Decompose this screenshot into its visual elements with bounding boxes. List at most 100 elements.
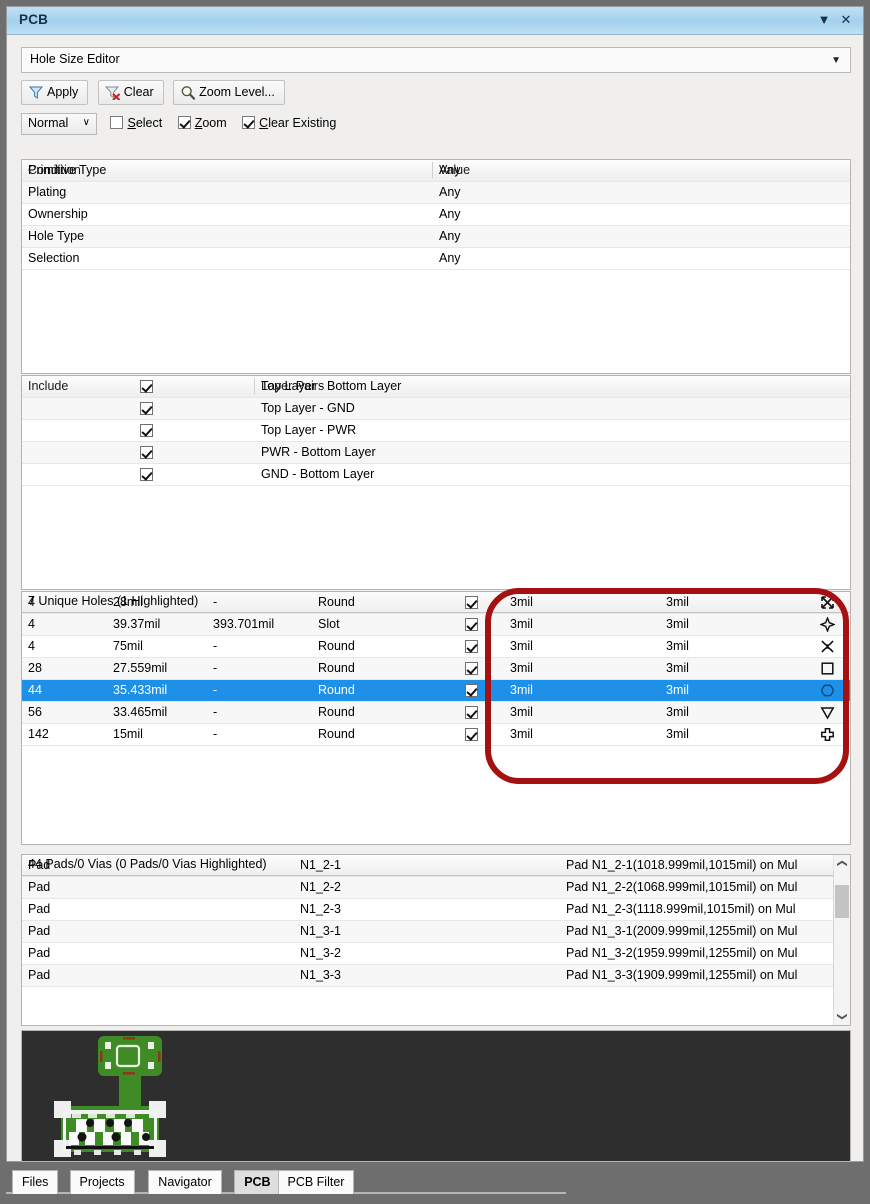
hole-type: Round <box>318 595 355 609</box>
tab-navigator[interactable]: Navigator <box>148 1170 222 1194</box>
hole-count: 4 <box>28 617 35 631</box>
table-row[interactable]: PadN1_3-3Pad N1_3-3(1909.999mil,1255mil)… <box>22 965 850 987</box>
tab-projects[interactable]: Projects <box>70 1170 135 1194</box>
condition-value: Any <box>439 229 461 243</box>
apply-button-label: Apply <box>47 85 78 99</box>
hole-tolerance-plus: 3mil <box>510 661 533 675</box>
table-row[interactable]: PadN1_2-2Pad N1_2-2(1068.999mil,1015mil)… <box>22 877 850 899</box>
row-checkbox[interactable] <box>465 662 478 675</box>
row-checkbox[interactable] <box>140 380 153 393</box>
zoom-level-button[interactable]: Zoom Level... <box>173 80 285 105</box>
pad-designator: N1_2-2 <box>300 880 341 894</box>
table-row[interactable]: 475mil-Round3mil3mil <box>22 636 850 658</box>
zoom-checkbox-box <box>178 116 191 129</box>
row-checkbox[interactable] <box>140 424 153 437</box>
table-row[interactable]: Top Layer - PWR <box>22 420 850 442</box>
table-row[interactable]: Selection Any <box>22 248 850 270</box>
row-checkbox[interactable] <box>465 684 478 697</box>
row-separator <box>22 269 850 270</box>
tab-pcb[interactable]: PCB <box>234 1170 280 1194</box>
pcb-board-graphic <box>22 1031 850 1161</box>
triangle-down-symbol <box>820 705 835 720</box>
hole-tolerance-plus: 3mil <box>510 595 533 609</box>
hole-type: Round <box>318 705 355 719</box>
table-row[interactable]: GND - Bottom Layer <box>22 464 850 486</box>
table-row[interactable]: Top Layer - GND <box>22 398 850 420</box>
pad-detail: Pad N1_2-3(1118.999mil,1015mil) on Mul <box>566 902 796 916</box>
select-checkbox[interactable]: Select <box>110 113 162 135</box>
panel-close-icon[interactable]: ✕ <box>837 11 855 29</box>
row-checkbox[interactable] <box>465 618 478 631</box>
apply-button[interactable]: Apply <box>21 80 88 105</box>
table-row[interactable]: OwnershipAny <box>22 204 850 226</box>
table-row[interactable]: 14215mil-Round3mil3mil <box>22 724 850 746</box>
clear-existing-checkbox-accel: C <box>259 116 268 130</box>
row-checkbox[interactable] <box>140 402 153 415</box>
pad-detail: Pad N1_3-2(1959.999mil,1255mil) on Mul <box>566 946 797 960</box>
hole-tolerance-plus: 3mil <box>510 727 533 741</box>
table-row[interactable]: Top Layer - Bottom Layer <box>22 376 850 398</box>
hole-tolerance-minus: 3mil <box>666 661 689 675</box>
table-row[interactable]: 2827.559mil-Round3mil3mil <box>22 658 850 680</box>
row-checkbox[interactable] <box>465 596 478 609</box>
row-checkbox[interactable] <box>140 468 153 481</box>
hole-tolerance-minus: 3mil <box>666 705 689 719</box>
pcb-board-preview[interactable] <box>21 1030 851 1162</box>
hole-size: 27.559mil <box>113 661 167 675</box>
table-row[interactable]: PadN1_2-3Pad N1_2-3(1118.999mil,1015mil)… <box>22 899 850 921</box>
select-checkbox-box <box>110 116 123 129</box>
hole-tolerance-plus: 3mil <box>510 705 533 719</box>
layer-pairs-table[interactable]: Include Layer Pairs Top Layer - Bottom L… <box>21 375 851 590</box>
pad-detail: Pad N1_2-1(1018.999mil,1015mil) on Mul <box>566 858 797 872</box>
hole-size: 75mil <box>113 639 143 653</box>
table-row[interactable]: PWR - Bottom Layer <box>22 442 850 464</box>
pad-kind: Pad <box>28 880 50 894</box>
conditions-table[interactable]: Condition Value Primitive TypeAnyPlating… <box>21 159 851 374</box>
table-row[interactable]: Hole Type Any <box>22 226 850 248</box>
hole-size: 33.465mil <box>113 705 167 719</box>
chevron-up-icon[interactable]: ❮ <box>834 856 851 872</box>
editor-mode-select[interactable]: Hole Size Editor ▼ <box>21 47 851 73</box>
hole-length: 393.701mil <box>213 617 274 631</box>
panel-menu-caret-down-icon[interactable]: ▼ <box>815 11 833 29</box>
condition-name: Selection <box>28 251 79 265</box>
condition-value: Any <box>439 251 461 265</box>
table-row[interactable]: PlatingAny <box>22 182 850 204</box>
table-row[interactable]: 4435.433mil-Round3mil3mil <box>22 680 850 702</box>
panel-title: PCB <box>19 12 48 27</box>
pads-vias-table[interactable]: 44 Pads/0 Vias (0 Pads/0 Vias Highlighte… <box>21 854 851 1026</box>
clear-button[interactable]: Clear <box>98 80 164 105</box>
chevron-down-icon[interactable]: ❮ <box>834 1009 851 1025</box>
table-row[interactable]: 428mil-Round3mil3mil <box>22 592 850 614</box>
hole-tolerance-minus: 3mil <box>666 727 689 741</box>
table-row[interactable]: PadN1_2-1Pad N1_2-1(1018.999mil,1015mil)… <box>22 855 850 877</box>
row-checkbox[interactable] <box>140 446 153 459</box>
table-row[interactable]: Primitive TypeAny <box>22 160 850 182</box>
table-row[interactable]: 439.37mil393.701milSlot3mil3mil <box>22 614 850 636</box>
hole-count: 56 <box>28 705 42 719</box>
table-row[interactable]: PadN1_3-1Pad N1_3-1(2009.999mil,1255mil)… <box>22 921 850 943</box>
row-checkbox[interactable] <box>465 640 478 653</box>
unique-holes-table[interactable]: 7 Unique Holes (1 Highlighted) Count / H… <box>21 591 851 845</box>
zoom-checkbox[interactable]: Zoom <box>178 113 227 135</box>
row-checkbox[interactable] <box>465 706 478 719</box>
pads-vias-scrollbar[interactable]: ❮ ❮ <box>833 855 850 1025</box>
row-checkbox[interactable] <box>465 728 478 741</box>
hole-type: Round <box>318 639 355 653</box>
hole-type: Round <box>318 683 355 697</box>
tab-pcb-filter[interactable]: PCB Filter <box>278 1170 355 1194</box>
row-separator <box>22 745 850 746</box>
condition-name: Hole Type <box>28 229 84 243</box>
hole-tolerance-plus: 3mil <box>510 639 533 653</box>
tab-files[interactable]: Files <box>12 1170 58 1194</box>
scrollbar-thumb[interactable] <box>835 885 849 918</box>
table-row[interactable]: 5633.465mil-Round3mil3mil <box>22 702 850 724</box>
hole-count: 4 <box>28 595 35 609</box>
hole-count: 28 <box>28 661 42 675</box>
magnifier-icon <box>180 85 196 100</box>
clear-existing-checkbox[interactable]: Clear Existing <box>242 113 336 135</box>
table-row[interactable]: PadN1_3-2Pad N1_3-2(1959.999mil,1255mil)… <box>22 943 850 965</box>
mode-select[interactable]: Normal ∨ <box>21 113 97 135</box>
condition-value: Any <box>439 163 461 177</box>
cross-symbol <box>820 727 835 742</box>
